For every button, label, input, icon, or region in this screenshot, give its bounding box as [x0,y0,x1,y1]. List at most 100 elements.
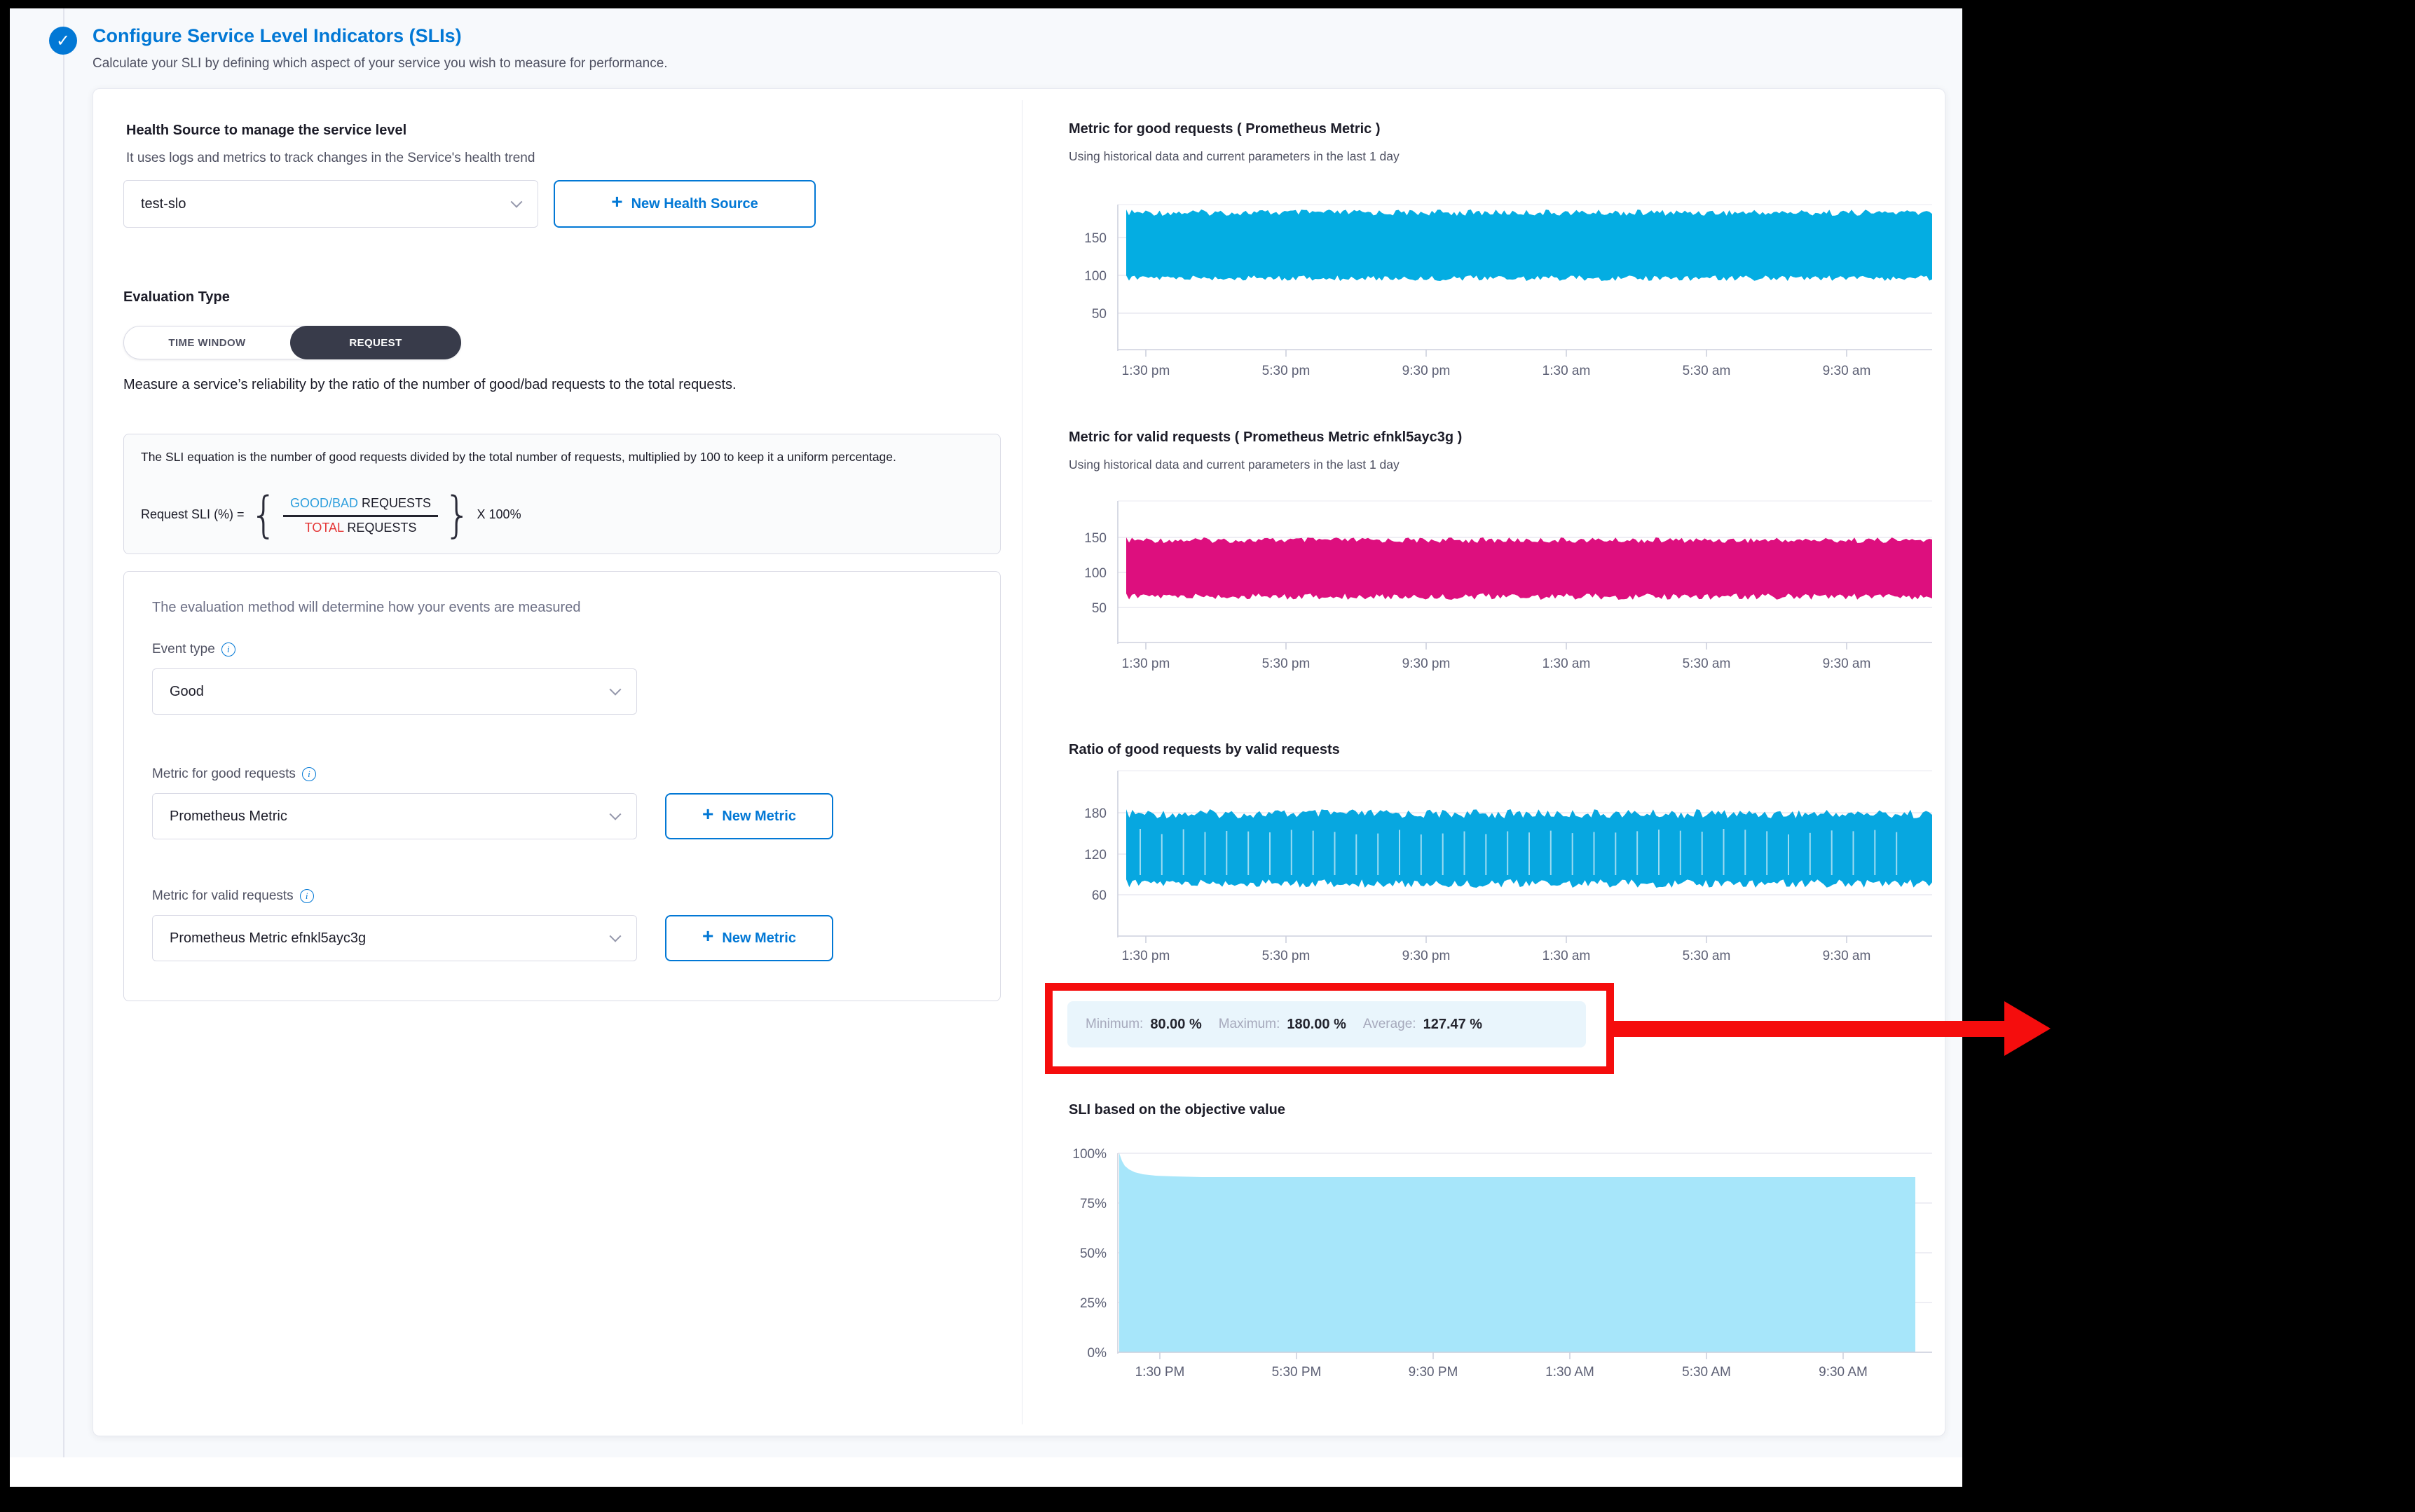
annotation-arrow-head-icon [2004,1001,2051,1056]
info-icon[interactable] [302,767,316,781]
new-health-source-label: New Health Source [631,196,758,212]
new-health-source-button[interactable]: New Health Source [554,180,816,228]
svg-text:9:30 PM: 9:30 PM [1409,1365,1458,1380]
equation-fraction: GOOD/BAD REQUESTS TOTAL REQUESTS [283,495,438,535]
svg-text:1:30 pm: 1:30 pm [1122,949,1170,963]
svg-text:180: 180 [1084,806,1107,821]
slo-config-page: Configure Service Level Indicators (SLIs… [10,8,1962,1487]
sli-equation: Request SLI (%) = { GOOD/BAD REQUESTS TO… [141,489,521,540]
sli-objective-chart-title: SLI based on the objective value [1069,1102,1285,1118]
chevron-down-icon [610,809,622,820]
health-source-value: test-slo [141,196,186,212]
valid-requests-chart-subtitle: Using historical data and current parame… [1069,458,1400,472]
svg-text:9:30 am: 9:30 am [1823,657,1871,671]
good-requests-chart-title: Metric for good requests ( Prometheus Me… [1069,121,1381,137]
svg-text:5:30 am: 5:30 am [1683,364,1731,378]
evaluation-method-description: The evaluation method will determine how… [152,600,580,616]
equation-multiplier: X 100% [477,507,521,522]
svg-text:5:30 pm: 5:30 pm [1262,657,1311,671]
close-brace: } [444,486,471,544]
chevron-down-icon [610,930,622,942]
toggle-time-window[interactable]: TIME WINDOW [124,327,290,359]
equation-denominator: TOTAL REQUESTS [298,517,424,535]
plus-icon [702,809,713,825]
svg-text:1:30 am: 1:30 am [1542,364,1591,378]
event-type-value: Good [170,684,204,700]
new-metric-button-valid[interactable]: New Metric [665,915,833,961]
valid-requests-chart-title: Metric for valid requests ( Prometheus M… [1069,429,1462,446]
ratio-chart-title: Ratio of good requests by valid requests [1069,742,1340,758]
svg-text:9:30 pm: 9:30 pm [1402,657,1451,671]
svg-text:9:30 am: 9:30 am [1823,364,1871,378]
svg-text:150: 150 [1084,231,1107,246]
open-brace: { [250,486,278,544]
svg-text:5:30 am: 5:30 am [1683,657,1731,671]
equation-numerator: GOOD/BAD REQUESTS [283,495,438,517]
evaluation-method-box: The evaluation method will determine how… [123,571,1001,1001]
svg-text:9:30 am: 9:30 am [1823,949,1871,963]
info-icon[interactable] [300,889,314,903]
svg-text:100: 100 [1084,566,1107,581]
page-title: Configure Service Level Indicators (SLIs… [93,25,462,47]
svg-text:150: 150 [1084,531,1107,546]
svg-text:1:30 AM: 1:30 AM [1545,1365,1594,1380]
svg-text:25%: 25% [1080,1296,1107,1311]
valid-metric-value: Prometheus Metric efnkl5ayc3g [170,930,366,947]
svg-text:50%: 50% [1080,1246,1107,1261]
event-type-select[interactable]: Good [152,668,637,715]
good-requests-chart-subtitle: Using historical data and current parame… [1069,149,1400,164]
svg-text:1:30 PM: 1:30 PM [1135,1365,1185,1380]
svg-text:9:30 pm: 9:30 pm [1402,949,1451,963]
svg-text:0%: 0% [1088,1346,1107,1361]
equation-lhs: Request SLI (%) = [141,507,245,522]
toggle-request-selected[interactable]: REQUEST [290,326,461,359]
health-source-select[interactable]: test-slo [123,180,538,228]
evaluation-type-description: Measure a service’s reliability by the r… [123,375,968,394]
svg-text:5:30 pm: 5:30 pm [1262,949,1311,963]
valid-metric-select[interactable]: Prometheus Metric efnkl5ayc3g [152,915,637,961]
svg-text:1:30 am: 1:30 am [1542,657,1591,671]
chevron-down-icon [511,196,523,208]
svg-text:5:30 AM: 5:30 AM [1682,1365,1731,1380]
health-source-hint: It uses logs and metrics to track change… [126,151,535,166]
plus-icon [611,196,622,212]
svg-text:5:30 PM: 5:30 PM [1272,1365,1322,1380]
svg-text:100: 100 [1084,269,1107,284]
svg-text:5:30 am: 5:30 am [1683,949,1731,963]
evaluation-type-toggle: TIME WINDOW REQUEST [123,326,461,359]
health-source-label: Health Source to manage the service leve… [126,123,406,139]
good-metric-label: Metric for good requests [152,767,316,782]
sli-equation-box: The SLI equation is the number of good r… [123,434,1001,554]
svg-text:75%: 75% [1080,1197,1107,1211]
svg-text:1:30 am: 1:30 am [1542,949,1591,963]
annotation-highlight-box [1045,983,1614,1074]
good-metric-value: Prometheus Metric [170,809,287,825]
sli-configuration-card: Health Source to manage the service leve… [93,88,1945,1436]
footer-strip [10,1457,1962,1487]
valid-metric-label: Metric for valid requests [152,888,314,904]
wizard-step-line [63,8,64,1457]
plus-icon [702,930,713,947]
sli-objective-chart: 100%75%50%25%0%1:30 PM5:30 PM9:30 PM1:30… [1069,1133,1938,1396]
svg-text:50: 50 [1092,307,1107,322]
page-subtitle: Calculate your SLI by defining which asp… [93,56,668,71]
svg-text:5:30 pm: 5:30 pm [1262,364,1311,378]
valid-requests-chart: 150 100 50 1:30 pm 5:30 pm 9:30 pm 1:30 am 5:30… [1069,494,1938,690]
info-icon[interactable] [221,642,235,657]
event-type-label: Event type [152,642,235,657]
sli-equation-intro: The SLI equation is the number of good r… [141,448,975,466]
chevron-down-icon [610,684,622,696]
svg-text:60: 60 [1092,888,1107,903]
ratio-chart: 180 120 60 1:30 pm 5:30 pm 9:30 pm 1:30 am 5:30… [1069,763,1938,973]
step-complete-check-icon [49,27,77,55]
svg-text:1:30 pm: 1:30 pm [1122,657,1170,671]
svg-text:50: 50 [1092,601,1107,616]
svg-text:9:30 AM: 9:30 AM [1819,1365,1868,1380]
good-requests-chart: 150100501:30 pm5:30 pm9:30 pm1:30 am5:30… [1069,194,1938,390]
svg-text:1:30 pm: 1:30 pm [1122,364,1170,378]
evaluation-type-label: Evaluation Type [123,289,230,305]
annotation-arrow-line [1613,1021,2007,1037]
new-metric-button-good[interactable]: New Metric [665,793,833,839]
svg-text:120: 120 [1084,848,1107,862]
good-metric-select[interactable]: Prometheus Metric [152,793,637,839]
